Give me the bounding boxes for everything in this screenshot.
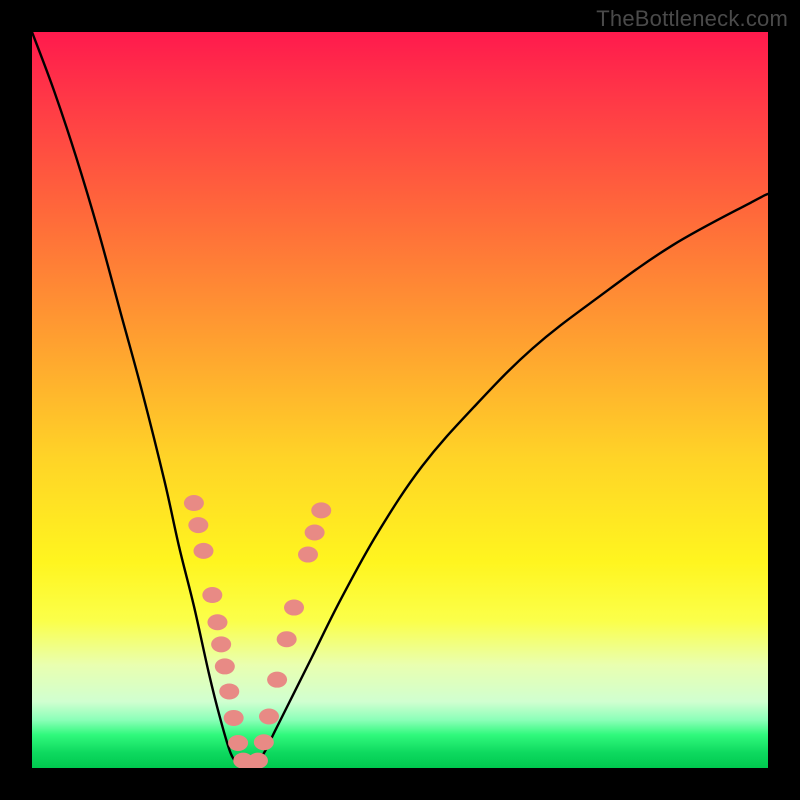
marker-point [188, 517, 208, 533]
marker-point [277, 631, 297, 647]
marker-point [259, 708, 279, 724]
marker-layer [184, 495, 331, 768]
marker-point [202, 587, 222, 603]
marker-point [193, 543, 213, 559]
marker-point [219, 683, 239, 699]
marker-point [254, 734, 274, 750]
marker-point [311, 502, 331, 518]
watermark-text: TheBottleneck.com [596, 6, 788, 32]
curve-right-branch [254, 194, 768, 766]
marker-point [267, 672, 287, 688]
chart-frame: TheBottleneck.com [0, 0, 800, 800]
marker-point [224, 710, 244, 726]
curve-left-branch [32, 32, 240, 766]
marker-point [298, 547, 318, 563]
plot-area [32, 32, 768, 768]
marker-point [211, 636, 231, 652]
marker-point [248, 753, 268, 768]
marker-point [215, 658, 235, 674]
marker-point [207, 614, 227, 630]
marker-point [228, 735, 248, 751]
chart-svg [32, 32, 768, 768]
marker-point [305, 524, 325, 540]
marker-point [184, 495, 204, 511]
marker-point [284, 600, 304, 616]
curve-layer [32, 32, 768, 767]
